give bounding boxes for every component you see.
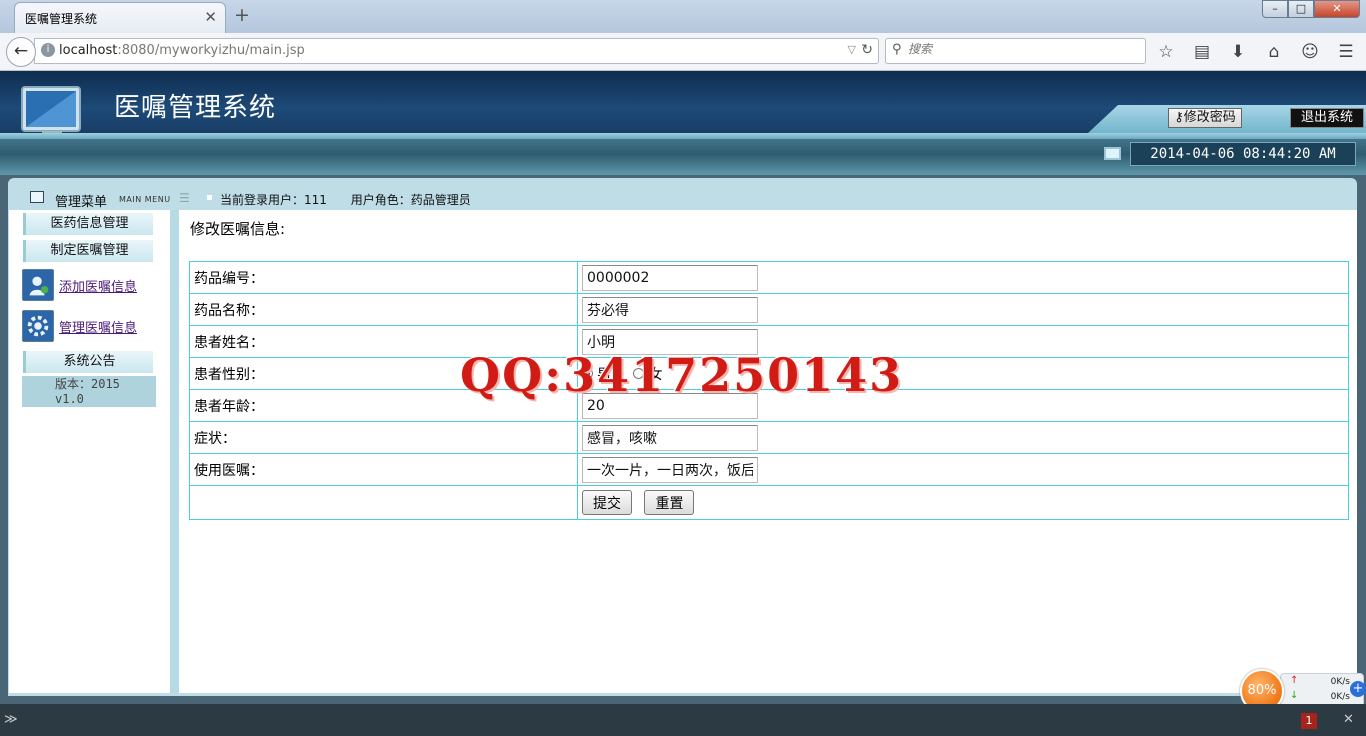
sidebar-item-add-order[interactable]: 添加医嘱信息 [22,269,137,301]
search-box[interactable]: ⚲ [885,38,1146,64]
menu-separator-icon: ☰ [179,191,190,205]
home-icon[interactable]: ⌂ [1262,40,1286,64]
bullet-icon [207,195,212,200]
tab-close-icon[interactable]: ✕ [204,8,217,26]
manage-order-link[interactable]: 管理医嘱信息 [59,317,137,336]
submit-button[interactable]: 提交 [582,490,632,515]
reload-icon[interactable]: ↻ [861,42,873,58]
drug-name-label: 药品名称： [189,293,578,326]
gear-icon [22,310,54,342]
minimize-button[interactable]: – [1262,0,1288,18]
new-tab-icon[interactable]: + [234,4,250,26]
change-password-label: 修改密码 [1183,110,1236,125]
notification-badge[interactable]: 1 [1301,713,1317,729]
watermark: QQ:3417250143 [460,348,904,402]
browser-toolbar: ☆ ▤ ⬇ ⌂ ☺ ☰ [1154,40,1358,64]
drug-name-field[interactable] [582,296,758,323]
content-area: 修改医嘱信息: 药品编号： 药品名称： 患者姓名： 患者性别： 男 女 患者年龄… [179,210,1357,693]
app-title: 医嘱管理系统 [114,93,277,123]
maximize-button[interactable]: □ [1288,0,1314,18]
form-row-symptom: 症状： [189,421,1349,454]
sidebar-item-order[interactable]: 制定医嘱管理 [23,240,153,262]
site-info-icon[interactable]: i [41,43,55,57]
actions-cell: 提交 重置 [577,485,1349,520]
symptom-label: 症状： [189,421,578,454]
sidebar-item-notice[interactable]: 系统公告 [23,351,153,373]
drug-id-cell [577,261,1349,294]
url-dropdown-icon[interactable]: ▽ [848,43,856,56]
version-line-2: v1.0 [55,392,84,406]
user-role: 用户角色：药品管理员 [350,193,471,207]
chat-icon[interactable]: ☺ [1298,40,1322,64]
url-host: localhost [59,43,118,58]
address-bar[interactable]: i localhost:8080/myworkyizhu/main.jsp ▽ … [34,38,879,64]
menu-header: 管理菜单 MAIN MENU ☰ [16,181,190,211]
browser-bottom-bar: ≫ 1 ✕ [0,704,1366,736]
bottom-close-icon[interactable]: ✕ [1343,712,1354,727]
bookmark-star-icon[interactable]: ☆ [1154,40,1178,64]
menu-window-icon [30,191,44,203]
drug-id-label: 药品编号： [189,261,578,294]
symptom-cell [577,421,1349,454]
form-row-drug-name: 药品名称： [189,293,1349,326]
usage-field[interactable] [582,456,758,483]
monitor-icon [1104,147,1121,160]
back-button[interactable]: ← [6,37,36,67]
url-text[interactable]: localhost:8080/myworkyizhu/main.jsp [59,43,305,58]
drug-id-field[interactable] [582,264,758,291]
datetime-display: 2014-04-06 08:44:20 AM [1130,142,1356,166]
search-icon: ⚲ [892,42,902,57]
plus-icon[interactable]: + [1350,681,1366,697]
page-title: 修改医嘱信息: [190,220,286,238]
upload-speed: 0K/s [1330,677,1350,687]
form-row-usage: 使用医嘱： [189,453,1349,486]
add-user-icon [22,269,54,301]
logout-button[interactable]: 退出系统 [1290,108,1364,128]
usage-cell [577,453,1349,486]
url-path: :8080/myworkyizhu/main.jsp [117,43,305,58]
drug-name-cell [577,293,1349,326]
app-subheader: 2014-04-06 08:44:20 AM [0,133,1366,175]
browser-tab[interactable]: 医嘱管理系统 ✕ [14,2,226,33]
usage-label: 使用医嘱： [189,453,578,486]
menu-title-en: MAIN MENU [119,195,171,204]
app-header: 医嘱管理系统 ⚷修改密码 退出系统 [0,71,1366,142]
form-row-drug-id: 药品编号： [189,261,1349,294]
sidebar-item-drug-info[interactable]: 医药信息管理 [23,213,153,235]
form-row-actions: 提交 重置 [189,485,1349,520]
actions-empty-cell [189,485,578,520]
current-user: 当前登录用户：111 [220,193,327,207]
add-order-link[interactable]: 添加医嘱信息 [59,276,137,295]
download-speed: 0K/s [1330,692,1350,702]
symptom-field[interactable] [582,424,758,451]
reading-list-icon[interactable]: ▤ [1190,40,1214,64]
browser-navbar: i localhost:8080/myworkyizhu/main.jsp ▽ … [0,33,1366,71]
change-password-button[interactable]: ⚷修改密码 [1168,108,1242,128]
tab-title: 医嘱管理系统 [25,12,98,26]
reset-button[interactable]: 重置 [644,490,695,515]
menu-title: 管理菜单 [55,195,108,210]
sidebar-divider [170,210,179,693]
browser-tabbar: 医嘱管理系统 ✕ + – □ ✕ [0,0,1366,33]
user-info: 当前登录用户：111 用户角色：药品管理员 [220,191,491,208]
download-icon[interactable]: ⬇ [1226,40,1250,64]
key-icon: ⚷ [1174,110,1184,125]
expand-arrows-icon[interactable]: ≫ [4,712,18,727]
close-window-button[interactable]: ✕ [1314,0,1360,18]
sidebar: 医药信息管理 制定医嘱管理 添加医嘱信息 管理医嘱信息 系统公告 版本：2015… [9,210,170,693]
menu-icon[interactable]: ☰ [1334,40,1358,64]
search-input[interactable] [908,42,1138,56]
window-controls: – □ ✕ [1262,0,1360,20]
subheader-stripe [0,133,1366,139]
version-info: 版本：2015 v1.0 [22,376,156,407]
version-line-1: 版本：2015 [55,377,120,391]
sidebar-item-manage-order[interactable]: 管理医嘱信息 [22,310,137,342]
